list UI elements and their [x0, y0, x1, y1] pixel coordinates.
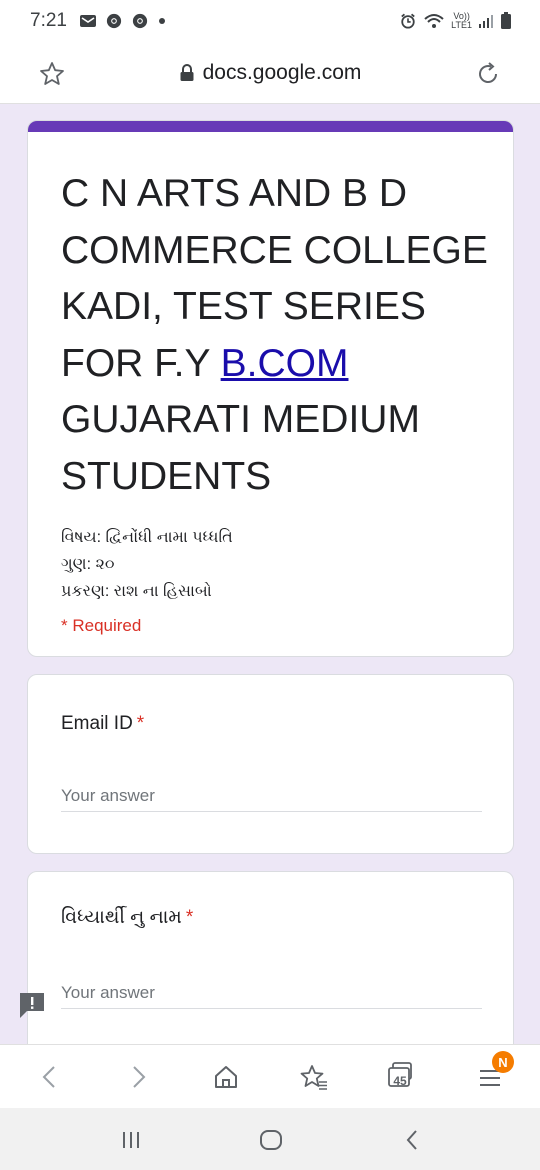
form-content: C N ARTS AND B D COMMERCE COLLEGE KADI, …	[0, 104, 540, 1044]
lock-icon	[180, 64, 194, 81]
chevron-left-icon	[42, 1066, 55, 1088]
back-button[interactable]	[34, 1061, 66, 1093]
form-title-text-end: GUJARATI MEDIUM STUDENTS	[61, 398, 420, 498]
chrome-icon	[132, 13, 148, 29]
home-icon	[215, 1066, 237, 1088]
description-marks: ગુણ: ૨૦	[61, 556, 115, 573]
chrome-icon	[106, 13, 122, 29]
dot-icon	[158, 18, 165, 24]
browser-url-bar: docs.google.com	[0, 42, 540, 104]
tabs-button[interactable]: 45	[385, 1061, 417, 1093]
required-star: *	[136, 713, 145, 734]
required-star: *	[185, 907, 194, 928]
system-nav-bar	[0, 1108, 540, 1170]
chevron-right-icon	[133, 1066, 146, 1088]
email-field[interactable]	[61, 780, 482, 812]
form-header-card: C N ARTS AND B D COMMERCE COLLEGE KADI, …	[27, 120, 514, 657]
recent-apps-icon[interactable]	[117, 1126, 145, 1154]
description-subject: વિષય: દ્વિનોંધી નામા પધ્ધતિ	[61, 529, 233, 546]
home-nav-icon[interactable]	[257, 1126, 285, 1154]
tab-count: 45	[393, 1074, 407, 1088]
browser-toolbar: 45 N	[0, 1044, 540, 1108]
menu-badge: N	[492, 1051, 514, 1073]
question-label-text: Email ID	[61, 713, 133, 734]
alarm-icon	[401, 13, 415, 29]
form-title-link[interactable]: B.COM	[221, 342, 349, 385]
notification-icons	[79, 13, 167, 29]
menu-button[interactable]: N	[474, 1051, 514, 1093]
battery-icon	[501, 12, 511, 29]
system-status-icons: Vo)) LTE1	[399, 12, 512, 30]
wifi-icon	[424, 14, 444, 28]
question-label-text: વિધ્યાર્થી નુ નામ	[61, 907, 182, 928]
description-chapter: પ્રકરણ: રાશ ના હિસાબો	[61, 583, 212, 600]
bookmarks-button[interactable]	[298, 1061, 330, 1093]
home-button[interactable]	[210, 1061, 242, 1093]
back-nav-icon[interactable]	[399, 1126, 427, 1154]
bookmarks-star-icon	[300, 1065, 327, 1090]
signal-icon	[479, 15, 493, 28]
status-time: 7:21	[30, 10, 67, 31]
mail-icon	[79, 15, 96, 27]
question-card-email: Email ID *	[27, 674, 514, 854]
required-note: * Required	[61, 616, 142, 635]
form-description: વિષય: દ્વિનોંધી નામા પધ્ધતિ ગુણ: ૨૦ પ્રક…	[61, 524, 233, 605]
form-title: C N ARTS AND B D COMMERCE COLLEGE KADI, …	[61, 166, 491, 505]
question-label: વિધ્યાર્થી નુ નામ *	[61, 907, 193, 929]
reload-icon[interactable]	[474, 60, 502, 88]
url-text: docs.google.com	[202, 61, 362, 84]
student-name-field[interactable]	[61, 977, 482, 1009]
form-accent-bar	[28, 121, 513, 132]
forward-button[interactable]	[122, 1061, 154, 1093]
lte-indicator: Vo)) LTE1	[451, 12, 472, 30]
question-card-student-name: વિધ્યાર્થી નુ નામ *	[27, 871, 514, 1044]
address-field[interactable]: docs.google.com	[0, 42, 540, 104]
lte-bottom-label: LTE1	[451, 20, 472, 30]
question-label: Email ID *	[61, 713, 144, 735]
status-bar: 7:21 Vo)) LTE1	[0, 0, 540, 42]
feedback-icon[interactable]	[17, 990, 47, 1020]
